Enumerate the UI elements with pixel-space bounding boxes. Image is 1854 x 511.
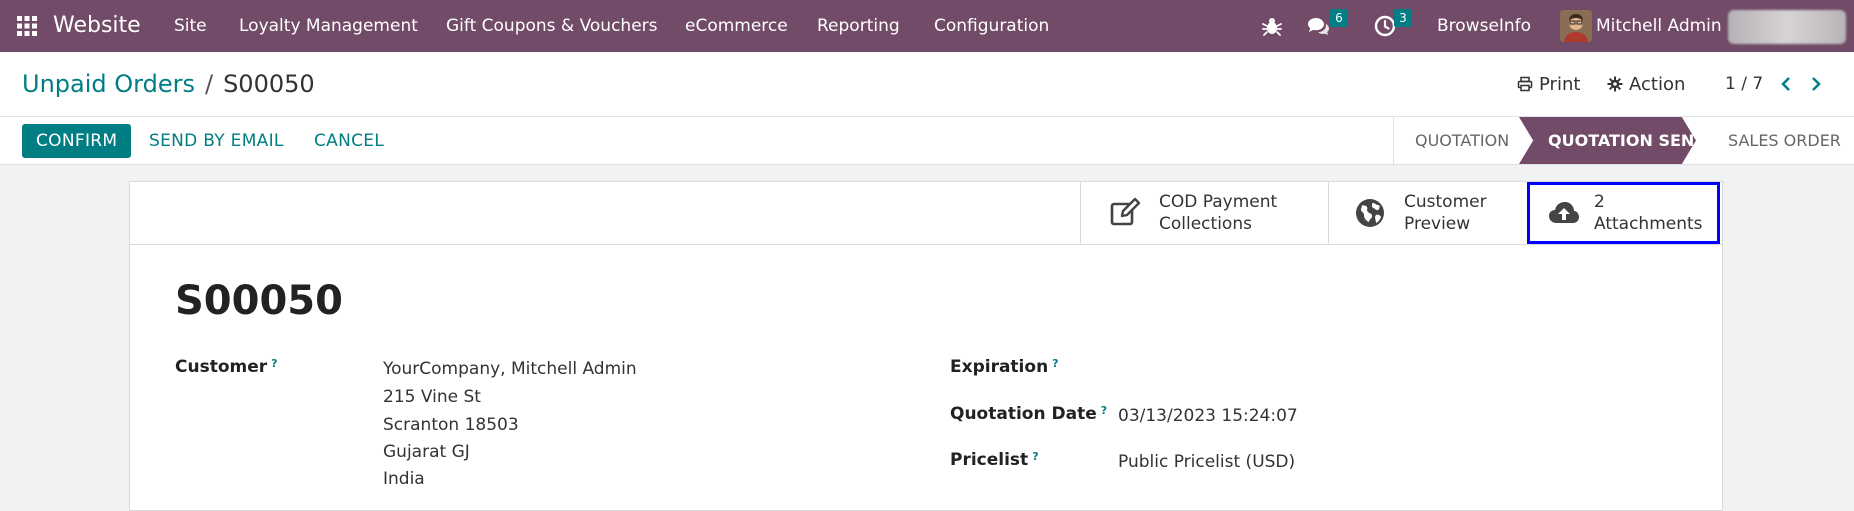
expiration-label-text: Expiration [950,357,1049,377]
messages-count-badge: 6 [1330,9,1348,27]
cancel-button[interactable]: CANCEL [314,124,384,158]
database-name-blurred [1728,10,1846,44]
preview-label-line2: Preview [1404,214,1471,234]
customer-label: Customer? [175,357,278,377]
print-icon [1517,76,1533,92]
expiration-help-tooltip[interactable]: ? [1052,357,1058,370]
expiration-input[interactable] [1118,357,1498,381]
send-by-email-button[interactable]: SEND BY EMAIL [149,124,284,158]
pricelist-help-tooltip[interactable]: ? [1032,450,1038,463]
company-switcher[interactable]: BrowseInfo [1437,0,1531,52]
customer-address-line-4: Gujarat GJ [383,442,470,462]
activities-count-badge: 3 [1394,9,1412,27]
record-title: S00050 [175,278,343,324]
app-name[interactable]: Website [53,0,141,52]
control-panel: Unpaid Orders / S00050 Print Action 1 / 7 [0,52,1854,117]
attachments-label: 2 Attachments [1594,191,1703,235]
menu-item-configuration[interactable]: Configuration [934,0,1049,52]
pager-next-icon[interactable] [1808,76,1824,92]
menu-item-site[interactable]: Site [174,0,207,52]
quotation-date-label: Quotation Date? [950,404,1107,424]
customer-address-line-5: India [383,469,425,489]
pricelist-label: Pricelist? [950,450,1039,470]
cod-label-line1: COD Payment [1159,192,1278,212]
quotation-date-help-tooltip[interactable]: ? [1101,404,1107,417]
action-label: Action [1629,73,1686,95]
print-label: Print [1539,73,1581,95]
smart-button-box: COD Payment Collections Customer Preview [130,182,1722,245]
stage-quotation-sent[interactable]: QUOTATION SENT [1548,117,1705,164]
action-button[interactable]: Action [1607,52,1685,116]
confirm-button[interactable]: CONFIRM [22,124,132,158]
attachments-count: 2 [1594,192,1605,212]
quotation-date-input[interactable]: 03/13/2023 15:24:07 [1118,406,1298,426]
status-stages: QUOTATION QUOTATION SENT SALES ORDER [1393,117,1841,164]
attachments-button[interactable]: 2 Attachments [1527,182,1720,244]
cod-payment-label: COD Payment Collections [1159,191,1277,235]
preview-label-line1: Customer [1404,192,1487,212]
pricelist-select[interactable]: Public Pricelist (USD) [1118,452,1295,472]
attachments-text: Attachments [1594,214,1703,234]
breadcrumb-parent[interactable]: Unpaid Orders [22,70,195,98]
globe-icon [1356,199,1384,227]
pager-previous-icon[interactable] [1778,76,1794,92]
customer-help-tooltip[interactable]: ? [271,357,277,370]
menu-item-ecommerce[interactable]: eCommerce [685,0,788,52]
pricelist-label-text: Pricelist [950,450,1029,470]
menu-item-reporting[interactable]: Reporting [817,0,900,52]
cod-label-line2: Collections [1159,214,1252,234]
cod-payment-collections-button[interactable]: COD Payment Collections [1080,182,1328,244]
customer-preview-button[interactable]: Customer Preview [1328,182,1528,244]
expiration-label: Expiration? [950,357,1059,377]
edit-icon [1110,197,1141,226]
user-avatar[interactable] [1560,10,1592,42]
customer-address-line-2: 215 Vine St [383,387,481,407]
cloud-upload-icon [1549,202,1579,223]
messages-chat-icon[interactable] [1306,14,1330,38]
stage-sales-order[interactable]: SALES ORDER [1728,117,1841,164]
stage-quotation[interactable]: QUOTATION [1415,117,1509,164]
quotation-date-label-text: Quotation Date [950,404,1097,424]
breadcrumb: Unpaid Orders / S00050 [22,52,315,116]
pager-value[interactable]: 1 / 7 [1725,52,1763,116]
top-navbar: Website Site Loyalty Management Gift Cou… [0,0,1854,52]
debug-bug-icon[interactable] [1260,14,1284,38]
user-menu[interactable]: Mitchell Admin [1596,0,1722,52]
breadcrumb-separator: / [204,70,214,98]
customer-preview-label: Customer Preview [1404,191,1487,235]
menu-item-loyalty-management[interactable]: Loyalty Management [239,0,418,52]
breadcrumb-current: S00050 [223,70,315,98]
customer-label-text: Customer [175,357,268,377]
print-button[interactable]: Print [1517,52,1580,116]
apps-menu-icon[interactable] [17,16,37,36]
menu-item-gift-coupons[interactable]: Gift Coupons & Vouchers [446,0,658,52]
customer-address-line-1[interactable]: YourCompany, Mitchell Admin [383,359,637,379]
form-sheet: COD Payment Collections Customer Preview [129,181,1723,511]
form-statusbar: CONFIRM SEND BY EMAIL CANCEL QUOTATION Q… [0,117,1854,165]
customer-address-line-3: Scranton 18503 [383,415,519,435]
gear-icon [1607,76,1623,92]
